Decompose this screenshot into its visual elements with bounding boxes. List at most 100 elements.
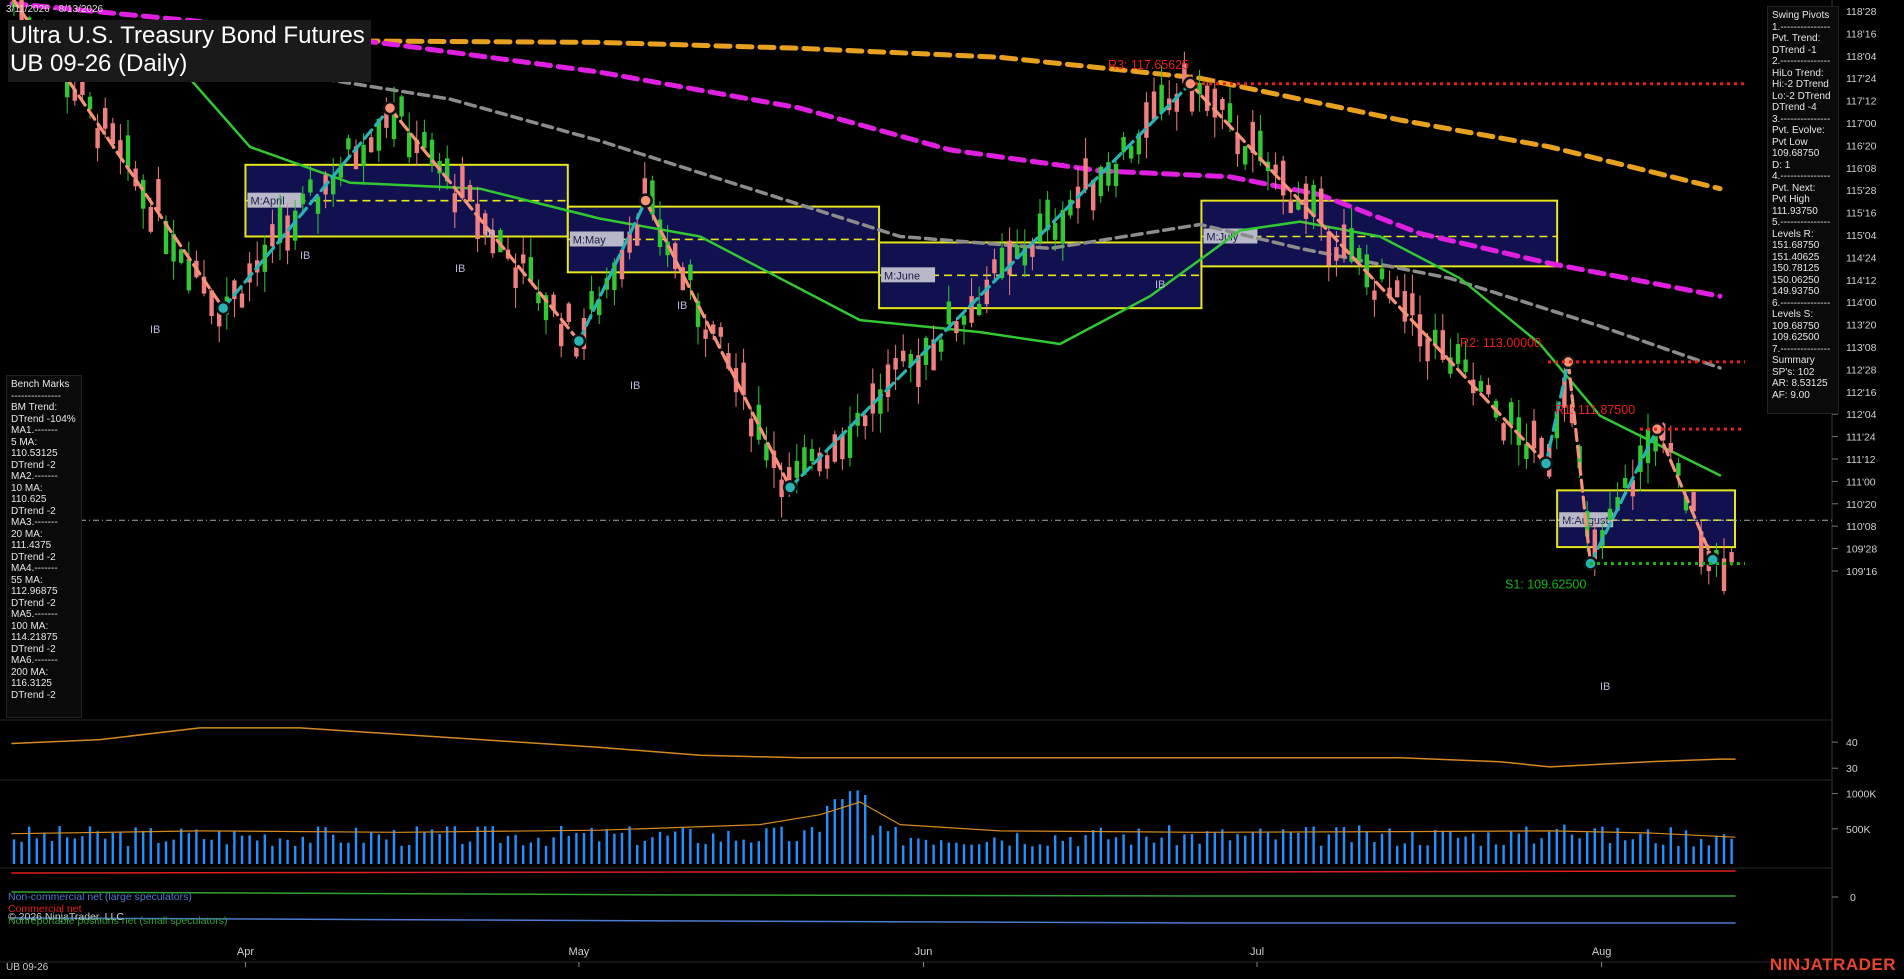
ib-label: IB xyxy=(485,228,495,240)
swing-pivot-marker xyxy=(1538,456,1554,471)
bench-marks-line: 100 MA: xyxy=(11,620,49,632)
candle-body xyxy=(1729,552,1734,563)
candle-body xyxy=(1288,199,1293,213)
swing-pivots-line: 6.--------------- xyxy=(1772,297,1831,309)
candle-body xyxy=(718,327,723,337)
swing-pivots-line: Pvt. Trend: xyxy=(1772,33,1821,44)
bench-marks-line: 200 MA: xyxy=(11,666,49,678)
ninjatrader-logo: NINJATRADER xyxy=(1769,955,1896,974)
bench-marks-line: 20 MA: xyxy=(11,528,43,540)
candle-body xyxy=(1053,223,1058,240)
swing-pivots-line: 109.68750 xyxy=(1772,148,1820,159)
swing-pivots-line: Pvt High xyxy=(1772,194,1810,205)
price-axis-label: 110'20 xyxy=(1846,499,1877,511)
candle-body xyxy=(1509,402,1514,425)
candle-body xyxy=(1531,420,1537,449)
bench-marks-line: MA5.------- xyxy=(11,609,58,620)
candle-body xyxy=(749,418,754,437)
price-axis-label: 115'16 xyxy=(1846,208,1877,220)
swing-pivots-panel: Swing Pivots 1.--------------- Pvt. Trend:… xyxy=(1767,6,1839,414)
swing-pivots-line: 3.--------------- xyxy=(1772,113,1831,125)
candle-body xyxy=(285,215,290,251)
candle-body xyxy=(239,293,245,308)
swing-pivot-marker xyxy=(782,480,798,495)
price-axis-label: 109'28 xyxy=(1846,544,1877,556)
candle-body xyxy=(832,434,837,462)
bench-marks-line: 116.3125 xyxy=(11,678,52,689)
bench-marks-panel: Bench Marks --------------- BM Trend: DTren… xyxy=(6,375,82,718)
swing-pivots-line: DTrend -4 xyxy=(1772,102,1817,113)
candle-body xyxy=(1319,188,1324,224)
candle-body xyxy=(87,96,93,110)
bench-marks-line: 111.4375 xyxy=(11,540,52,551)
candle-body xyxy=(1699,531,1704,567)
price-axis-label: 111'00 xyxy=(1846,476,1876,488)
candle-body xyxy=(688,264,693,281)
candle-body xyxy=(870,383,875,414)
bench-marks-line: 5 MA: xyxy=(11,436,38,448)
cot-small-line xyxy=(11,891,1736,897)
candle-body xyxy=(1303,183,1309,219)
bench-marks-line: MA1.------- xyxy=(11,425,58,436)
candle-body xyxy=(361,144,366,167)
candle-body xyxy=(186,259,191,291)
candle-body xyxy=(300,193,305,205)
x-axis-label: Jun xyxy=(915,946,933,958)
swing-pivots-line: 149.93750 xyxy=(1772,286,1820,297)
swing-pivots-line: Pvt. Evolve: xyxy=(1772,125,1825,136)
bench-marks-line: 110.625 xyxy=(11,494,47,505)
cot-commercial-line xyxy=(11,870,1736,874)
candle-body xyxy=(369,137,374,153)
x-axis-label: Apr xyxy=(237,946,254,958)
bench-marks-line: MA4.------- xyxy=(11,563,58,574)
candle-body xyxy=(1607,508,1613,520)
swing-pivot-marker xyxy=(215,300,231,316)
candles-group xyxy=(11,0,1734,595)
bench-marks-line: DTrend -2 xyxy=(11,689,56,701)
price-axis-label: 110'08 xyxy=(1846,521,1877,533)
legend-noncommercial: Non-commercial net (large speculators) xyxy=(8,891,192,903)
candle-body xyxy=(1151,91,1157,120)
osc-axis-label: 40 xyxy=(1846,737,1858,749)
bench-marks-line: DTrend -2 xyxy=(11,459,56,471)
swing-pivots-line: HiLo Trend: xyxy=(1772,67,1824,79)
candle-body xyxy=(148,207,153,232)
candle-body xyxy=(961,315,967,325)
bench-marks-line: 112.96875 xyxy=(11,586,58,597)
candle-body xyxy=(992,259,997,274)
price-axis-label: 115'04 xyxy=(1846,230,1877,242)
swing-pivots-line: DTrend -1 xyxy=(1772,44,1817,56)
candle-body xyxy=(1425,338,1430,362)
candle-body xyxy=(1144,102,1149,138)
price-axis-label: 114'24 xyxy=(1846,252,1877,264)
bench-marks-line: DTrend -2 xyxy=(11,643,56,655)
candle-body xyxy=(1676,463,1681,476)
oscillator-line xyxy=(11,727,1736,768)
candle-body xyxy=(452,193,457,213)
r1-level-label: R1: 111.87500 xyxy=(1555,403,1635,417)
bench-marks-line: 10 MA: xyxy=(11,482,43,494)
swing-pivots-line: AR: 8.53125 xyxy=(1772,378,1828,389)
swing-pivots-line: 4.--------------- xyxy=(1772,171,1831,182)
candle-body xyxy=(1440,330,1445,360)
swing-pivots-line: Summary xyxy=(1772,355,1815,366)
candle-body xyxy=(1417,314,1423,347)
bench-marks-line: 114.21875 xyxy=(11,632,58,643)
bench-marks-line: Bench Marks xyxy=(11,379,70,390)
swing-pivots-line: AF: 9.00 xyxy=(1772,389,1810,401)
chart-title: Ultra U.S. Treasury Bond Futures xyxy=(10,22,365,49)
candle-body xyxy=(308,179,313,193)
swing-pivots-line: 150.06250 xyxy=(1772,274,1820,286)
candle-body xyxy=(1243,146,1248,165)
swing-pivots-line: D: 1 xyxy=(1772,159,1791,171)
price-axis-label: 113'08 xyxy=(1846,342,1877,354)
volume-group xyxy=(12,790,1733,864)
monthly-box-label: M:June xyxy=(884,270,920,282)
price-axis-label: 118'04 xyxy=(1846,51,1877,63)
bench-marks-line: --------------- xyxy=(11,390,61,402)
candle-body xyxy=(1227,103,1233,123)
candle-body xyxy=(475,203,480,240)
swing-pivots-line: 151.68750 xyxy=(1772,240,1820,251)
x-axis-label: Aug xyxy=(1592,946,1612,958)
candle-body xyxy=(1379,268,1385,280)
